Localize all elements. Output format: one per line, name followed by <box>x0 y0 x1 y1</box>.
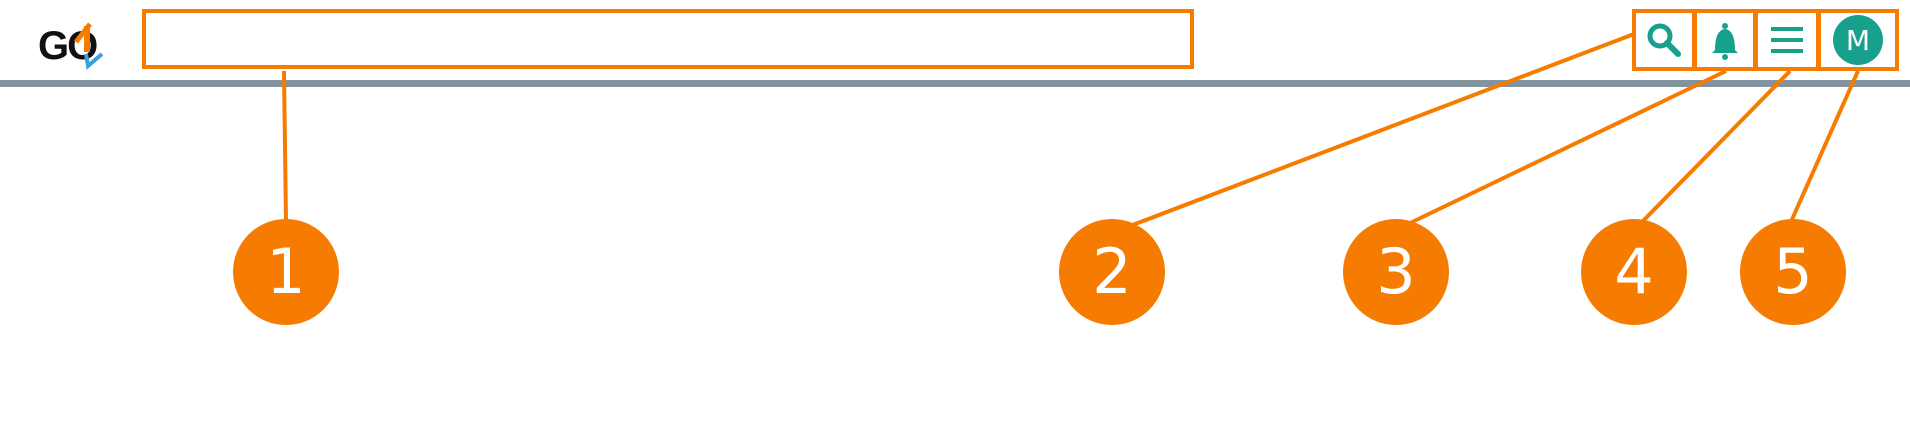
callout-line-2 <box>1129 32 1635 228</box>
callout-badge-4: 4 <box>1581 219 1687 325</box>
callout-line-1 <box>282 70 288 223</box>
callout-line-5 <box>1788 70 1860 225</box>
callout-badge-5: 5 <box>1740 219 1846 325</box>
callout-line-4 <box>1638 69 1792 226</box>
callout-label: 5 <box>1773 235 1813 308</box>
callout-badge-3: 3 <box>1343 219 1449 325</box>
callout-label: 2 <box>1092 235 1132 308</box>
callout-label: 1 <box>266 235 306 308</box>
callout-label: 4 <box>1614 235 1654 308</box>
callout-badge-2: 2 <box>1059 219 1165 325</box>
callout-label: 3 <box>1376 235 1416 308</box>
callout-badge-1: 1 <box>233 219 339 325</box>
callout-line-3 <box>1407 69 1727 226</box>
